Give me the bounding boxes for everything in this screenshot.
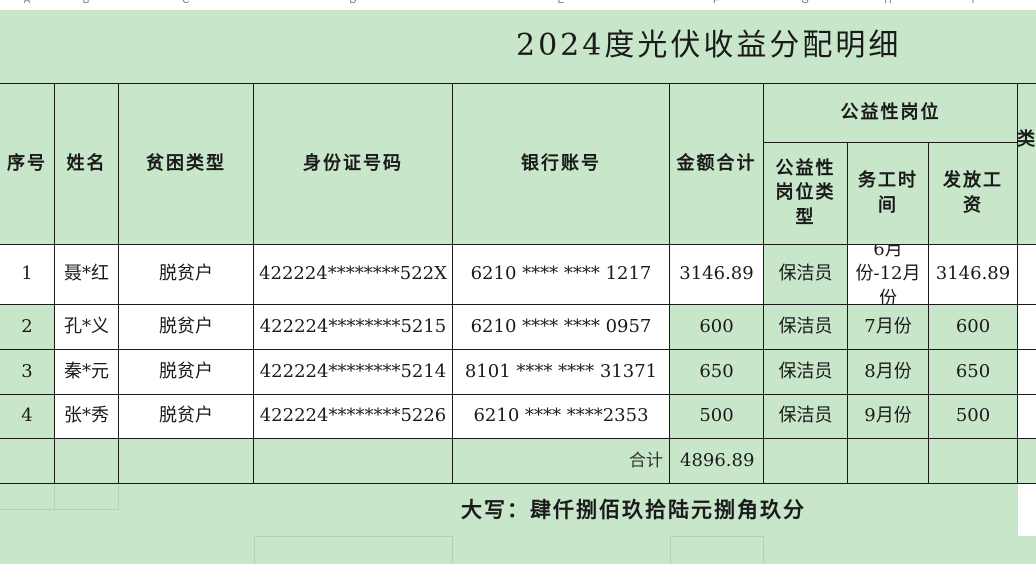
header-seq[interactable]: 序号 <box>0 84 55 244</box>
header-clipped[interactable]: 类 <box>1018 84 1036 244</box>
header-name[interactable]: 姓名 <box>55 84 119 244</box>
row1-poverty-type[interactable]: 脱贫户 <box>119 244 254 304</box>
row3-seq[interactable]: 3 <box>0 349 55 394</box>
row3-amount[interactable]: 650 <box>670 349 764 394</box>
row4-bank-account[interactable]: 6210 **** ****2353 <box>453 394 670 439</box>
row4-amount[interactable]: 500 <box>670 394 764 439</box>
column-letter-i[interactable]: I <box>972 0 975 6</box>
total-empty-c[interactable] <box>119 439 254 484</box>
header-bank-account[interactable]: 银行账号 <box>453 84 670 244</box>
row2-post-type[interactable]: 保洁员 <box>764 304 848 349</box>
row2-seq[interactable]: 2 <box>0 304 55 349</box>
header-amount-total[interactable]: 金额合计 <box>670 84 764 244</box>
row1-wage[interactable]: 3146.89 <box>929 244 1018 304</box>
row3-wage[interactable]: 650 <box>929 349 1018 394</box>
row2-id-number[interactable]: 422224********5215 <box>254 304 453 349</box>
row1-seq[interactable]: 1 <box>0 244 55 304</box>
header-public-post-group[interactable]: 公益性岗位 <box>764 84 1018 143</box>
capital-grid-b1 <box>55 484 119 510</box>
total-empty-d[interactable] <box>254 439 453 484</box>
row2-poverty-type[interactable]: 脱贫户 <box>119 304 254 349</box>
column-letter-d[interactable]: D <box>349 0 356 6</box>
row2-name[interactable]: 孔*义 <box>55 304 119 349</box>
row1-clipped-cell[interactable] <box>1018 244 1036 304</box>
row4-name[interactable]: 张*秀 <box>55 394 119 439</box>
row2-work-time[interactable]: 7月份 <box>848 304 929 349</box>
capital-grid-d <box>254 536 453 564</box>
row3-name[interactable]: 秦*元 <box>55 349 119 394</box>
row4-clipped-cell[interactable] <box>1018 394 1036 439</box>
sheet-title[interactable]: 2024度光伏收益分配明细 <box>0 10 1036 84</box>
row2-clipped-cell[interactable] <box>1018 304 1036 349</box>
column-letter-f[interactable]: F <box>713 0 719 6</box>
row4-id-number[interactable]: 422224********5226 <box>254 394 453 439</box>
row1-post-type[interactable]: 保洁员 <box>764 244 848 304</box>
row3-poverty-type[interactable]: 脱贫户 <box>119 349 254 394</box>
row4-post-type[interactable]: 保洁员 <box>764 394 848 439</box>
row3-bank-account[interactable]: 8101 **** **** 31371 <box>453 349 670 394</box>
row4-seq[interactable]: 4 <box>0 394 55 439</box>
total-value[interactable]: 4896.89 <box>670 439 764 484</box>
row2-amount[interactable]: 600 <box>670 304 764 349</box>
row1-work-time[interactable]: 6月份-12月份 <box>848 244 929 304</box>
header-poverty-type[interactable]: 贫困类型 <box>119 84 254 244</box>
header-work-time[interactable]: 务工时间 <box>848 143 929 244</box>
total-empty-h[interactable] <box>848 439 929 484</box>
total-empty-b[interactable] <box>55 439 119 484</box>
total-empty-j[interactable] <box>1018 439 1036 484</box>
row1-bank-account[interactable]: 6210 **** **** 1217 <box>453 244 670 304</box>
row3-work-time[interactable]: 8月份 <box>848 349 929 394</box>
column-letter-a[interactable]: A <box>24 0 31 6</box>
row1-name[interactable]: 聂*红 <box>55 244 119 304</box>
total-empty-g[interactable] <box>764 439 848 484</box>
header-id-number[interactable]: 身份证号码 <box>254 84 453 244</box>
row1-id-number[interactable]: 422224********522X <box>254 244 453 304</box>
total-empty-a[interactable] <box>0 439 55 484</box>
row2-wage[interactable]: 600 <box>929 304 1018 349</box>
capital-grid-f <box>670 536 764 564</box>
column-letter-c[interactable]: C <box>182 0 189 6</box>
column-letter-g[interactable]: G <box>801 0 809 6</box>
header-wage[interactable]: 发放工资 <box>929 143 1018 244</box>
row3-id-number[interactable]: 422224********5214 <box>254 349 453 394</box>
header-post-type[interactable]: 公益性岗位类型 <box>764 143 848 244</box>
capital-grid-a1 <box>0 484 55 510</box>
total-label[interactable]: 合计 <box>453 439 670 484</box>
row3-clipped-cell[interactable] <box>1018 349 1036 394</box>
column-letter-e[interactable]: E <box>558 0 565 6</box>
row3-post-type[interactable]: 保洁员 <box>764 349 848 394</box>
total-empty-i[interactable] <box>929 439 1018 484</box>
row4-work-time[interactable]: 9月份 <box>848 394 929 439</box>
row1-amount[interactable]: 3146.89 <box>670 244 764 304</box>
row4-poverty-type[interactable]: 脱贫户 <box>119 394 254 439</box>
column-letter-b[interactable]: B <box>83 0 90 6</box>
row4-wage[interactable]: 500 <box>929 394 1018 439</box>
capital-amount-text[interactable]: 大写：肆仟捌佰玖拾陆元捌角玖分 <box>119 484 1018 536</box>
row2-bank-account[interactable]: 6210 **** **** 0957 <box>453 304 670 349</box>
column-letter-h[interactable]: H <box>884 0 891 6</box>
